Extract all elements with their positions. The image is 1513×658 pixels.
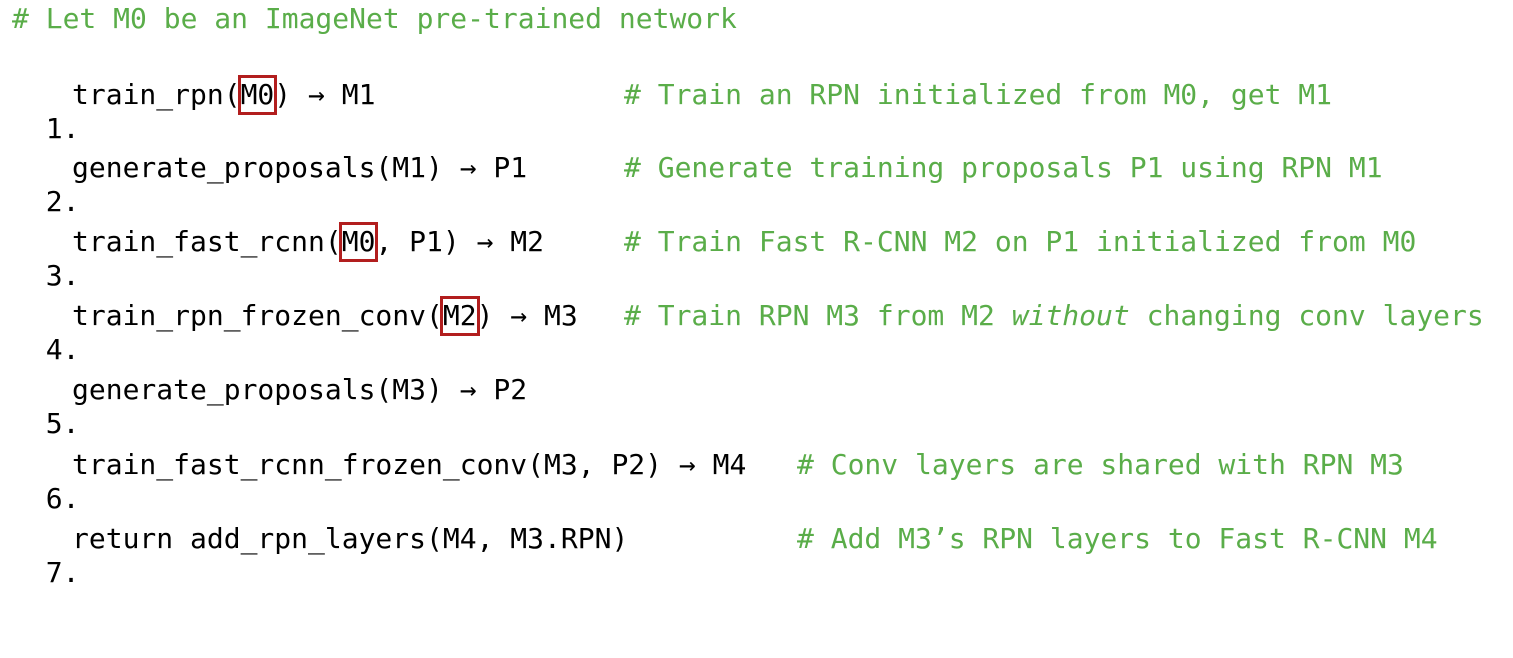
- line-number: 3.: [45, 259, 80, 292]
- code-line-4: 4. train_rpn_frozen_conv(M2) → M3 # Trai…: [12, 296, 1484, 366]
- code-post: ) → M3: [476, 299, 578, 332]
- comment-italic: without: [1011, 299, 1130, 332]
- line-number: 4.: [45, 333, 80, 366]
- comment-pre: # Train RPN M3 from M2: [624, 299, 1012, 332]
- code-pre: train_rpn_frozen_conv(: [72, 299, 443, 332]
- line-number: 2.: [45, 185, 80, 218]
- comment-text: # Conv layers are shared with RPN M3: [797, 448, 1404, 481]
- comment-text: # Train RPN M3 from M2 without changing …: [624, 299, 1484, 333]
- code-text: generate_proposals(M3) → P2: [72, 373, 528, 406]
- line-number: 1.: [45, 112, 80, 145]
- highlight-box: M0: [237, 75, 278, 115]
- comment-text: # Train an RPN initialized from M0, get …: [624, 78, 1333, 111]
- code-line-2: 2. generate_proposals(M1) → P1 # Generat…: [12, 151, 1383, 218]
- highlight-box: M0: [338, 222, 379, 262]
- code-post: ) → M1: [274, 78, 376, 111]
- code-text: generate_proposals(M1) → P1: [72, 151, 528, 184]
- line-number: 5.: [45, 407, 80, 440]
- code-pre: train_fast_rcnn(: [72, 225, 342, 258]
- code-line-6: 6. train_fast_rcnn_frozen_conv(M3, P2) →…: [12, 448, 1404, 515]
- comment-text: # Add M3’s RPN layers to Fast R-CNN M4: [797, 522, 1438, 555]
- code-text: train_rpn(M0) → M1: [72, 75, 376, 115]
- code-line-5: 5. generate_proposals(M3) → P2: [12, 373, 527, 440]
- comment-text: # Train Fast R-CNN M2 on P1 initialized …: [624, 225, 1417, 258]
- code-text: return add_rpn_layers(M4, M3.RPN): [72, 522, 629, 555]
- code-text: train_fast_rcnn_frozen_conv(M3, P2) → M4: [72, 448, 747, 481]
- line-number: 7.: [45, 556, 80, 589]
- code-text: train_rpn_frozen_conv(M2) → M3: [72, 296, 578, 336]
- comment-post: changing conv layers: [1129, 299, 1484, 332]
- line-number: 6.: [45, 482, 80, 515]
- highlight-box: M2: [439, 296, 480, 336]
- code-line-1: 1. train_rpn(M0) → M1 # Train an RPN ini…: [12, 75, 1332, 145]
- code-post: , P1) → M2: [375, 225, 545, 258]
- code-line-7: 7. return add_rpn_layers(M4, M3.RPN) # A…: [12, 522, 1438, 589]
- code-line-3: 3. train_fast_rcnn(M0, P1) → M2 # Train …: [12, 222, 1416, 292]
- comment-text: # Generate training proposals P1 using R…: [624, 151, 1383, 184]
- code-text: train_fast_rcnn(M0, P1) → M2: [72, 222, 545, 262]
- code-pre: train_rpn(: [72, 78, 241, 111]
- header-comment: # Let M0 be an ImageNet pre-trained netw…: [12, 2, 737, 35]
